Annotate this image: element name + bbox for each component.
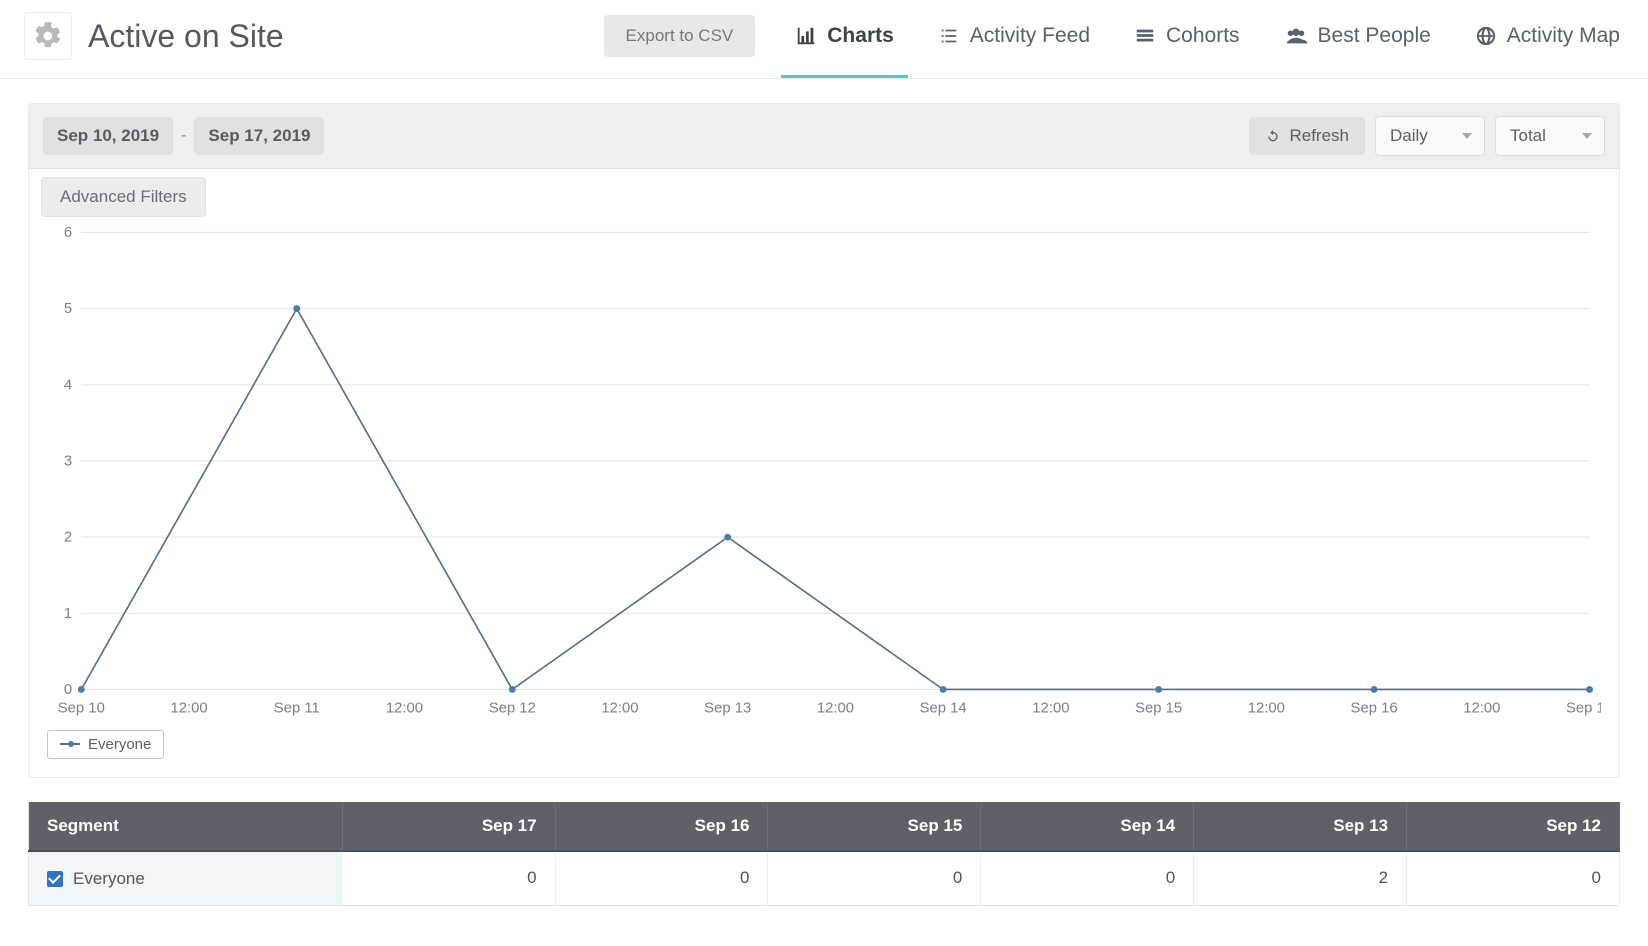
svg-text:12:00: 12:00: [1248, 700, 1285, 716]
segment-checkbox[interactable]: [47, 871, 63, 887]
date-range-separator: -: [181, 127, 186, 145]
segment-name: Everyone: [73, 869, 145, 889]
svg-text:2: 2: [64, 530, 72, 546]
svg-text:12:00: 12:00: [1032, 700, 1069, 716]
page-title: Active on Site: [88, 18, 284, 55]
advanced-filters-button[interactable]: Advanced Filters: [41, 177, 206, 217]
settings-icon[interactable]: [24, 12, 72, 60]
value-cell: 0: [555, 851, 768, 906]
value-cell: 0: [342, 851, 555, 906]
value-cell: 0: [981, 851, 1194, 906]
list-icon: [938, 25, 960, 47]
value-cell: 0: [768, 851, 981, 906]
chevron-down-icon: [1582, 133, 1592, 139]
svg-text:12:00: 12:00: [1463, 700, 1500, 716]
nav-label: Activity Map: [1507, 24, 1620, 48]
topbar: Active on Site Export to CSV Charts Acti…: [0, 0, 1648, 79]
svg-text:4: 4: [64, 377, 72, 393]
refresh-icon: [1265, 128, 1281, 144]
legend-label: Everyone: [88, 736, 151, 753]
chevron-down-icon: [1462, 133, 1472, 139]
svg-text:Sep 13: Sep 13: [704, 700, 751, 716]
svg-text:Sep 12: Sep 12: [489, 700, 536, 716]
layers-icon: [1134, 25, 1156, 47]
svg-text:5: 5: [64, 301, 72, 317]
svg-text:Sep 17: Sep 17: [1566, 700, 1601, 716]
line-chart: 0 1 2 3 4 5 6 Sep 10 12:00 Sep 11 12:00 Sep 12 12:00…: [29, 217, 1619, 777]
refresh-label: Refresh: [1289, 126, 1349, 146]
aggregation-value: Total: [1510, 126, 1546, 145]
col-date: Sep 14: [981, 802, 1194, 851]
col-date: Sep 12: [1407, 802, 1620, 851]
nav-cohorts[interactable]: Cohorts: [1130, 16, 1244, 56]
value-cell: 2: [1194, 851, 1407, 906]
svg-text:12:00: 12:00: [170, 700, 207, 716]
bar-chart-icon: [795, 25, 817, 47]
svg-text:12:00: 12:00: [601, 700, 638, 716]
col-date: Sep 15: [768, 802, 981, 851]
nav-label: Charts: [827, 24, 894, 48]
segment-table: SegmentSep 17Sep 16Sep 15Sep 14Sep 13Sep…: [28, 802, 1620, 906]
legend-item-everyone[interactable]: Everyone: [47, 730, 164, 759]
chart-toolbar: Sep 10, 2019 - Sep 17, 2019 Refresh Dail…: [29, 104, 1619, 169]
aggregation-select[interactable]: Total: [1495, 116, 1605, 156]
svg-text:0: 0: [64, 682, 72, 698]
nav-label: Activity Feed: [970, 24, 1090, 48]
svg-text:3: 3: [64, 454, 72, 470]
svg-text:12:00: 12:00: [817, 700, 854, 716]
nav-label: Best People: [1318, 24, 1431, 48]
table-row: Everyone000020: [29, 851, 1620, 906]
svg-text:Sep 10: Sep 10: [58, 700, 105, 716]
chart-svg: 0 1 2 3 4 5 6 Sep 10 12:00 Sep 11 12:00 Sep 12 12:00…: [47, 221, 1601, 724]
col-date: Sep 17: [342, 802, 555, 851]
value-cell: 0: [1407, 851, 1620, 906]
refresh-button[interactable]: Refresh: [1249, 117, 1365, 155]
date-range-start[interactable]: Sep 10, 2019: [43, 117, 173, 155]
nav-activity-map[interactable]: Activity Map: [1471, 16, 1624, 56]
nav-best-people[interactable]: Best People: [1280, 16, 1435, 56]
nav-charts[interactable]: Charts: [791, 16, 898, 56]
svg-text:Sep 15: Sep 15: [1135, 700, 1182, 716]
people-icon: [1284, 25, 1308, 47]
nav-activity-feed[interactable]: Activity Feed: [934, 16, 1094, 56]
date-range-end[interactable]: Sep 17, 2019: [194, 117, 324, 155]
globe-icon: [1475, 25, 1497, 47]
granularity-select[interactable]: Daily: [1375, 116, 1485, 156]
nav-label: Cohorts: [1166, 24, 1240, 48]
export-csv-button[interactable]: Export to CSV: [604, 15, 756, 57]
granularity-value: Daily: [1390, 126, 1428, 145]
svg-text:Sep 14: Sep 14: [920, 700, 967, 716]
col-date: Sep 16: [555, 802, 768, 851]
main-nav: Export to CSV Charts Activity Feed Cohor…: [604, 15, 1624, 57]
svg-text:6: 6: [64, 225, 72, 241]
segment-cell[interactable]: Everyone: [29, 852, 342, 905]
svg-text:1: 1: [64, 606, 72, 622]
col-date: Sep 13: [1194, 802, 1407, 851]
svg-text:Sep 11: Sep 11: [274, 700, 320, 716]
col-segment: Segment: [29, 802, 343, 851]
svg-text:12:00: 12:00: [386, 700, 423, 716]
svg-text:Sep 16: Sep 16: [1351, 700, 1398, 716]
chart-panel: Sep 10, 2019 - Sep 17, 2019 Refresh Dail…: [28, 103, 1620, 778]
legend-swatch: [60, 743, 80, 745]
